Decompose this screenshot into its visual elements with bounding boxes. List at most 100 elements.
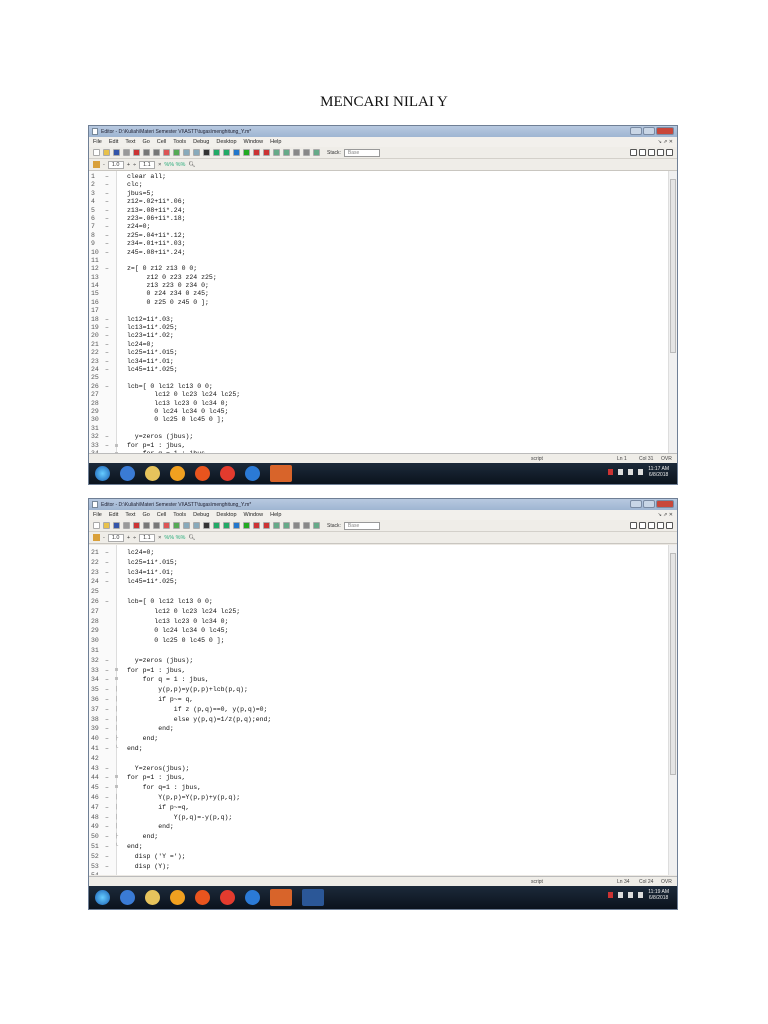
executable-marker[interactable]: –: [105, 715, 115, 725]
run-icon[interactable]: [243, 149, 250, 156]
executable-marker[interactable]: [105, 299, 115, 307]
edge-icon[interactable]: [245, 466, 260, 481]
function-icon[interactable]: [233, 522, 240, 529]
executable-marker[interactable]: –: [105, 198, 115, 206]
print-icon[interactable]: [173, 149, 180, 156]
executable-marker[interactable]: –: [105, 675, 115, 685]
new-icon[interactable]: [93, 522, 100, 529]
scrollbar-thumb[interactable]: [670, 179, 676, 353]
explorer-icon[interactable]: [145, 466, 160, 481]
spacing-input-2[interactable]: 1.1: [139, 533, 156, 542]
spacing-input-2[interactable]: 1.1: [139, 160, 156, 169]
menu-item-go[interactable]: Go: [142, 512, 149, 518]
executable-marker[interactable]: [105, 636, 115, 646]
executable-marker[interactable]: [105, 400, 115, 408]
fold-toggle-icon[interactable]: ⊟: [115, 666, 123, 676]
menu-item-text[interactable]: Text: [125, 512, 135, 518]
word-icon[interactable]: [302, 889, 324, 906]
forward-icon[interactable]: [223, 149, 230, 156]
executable-marker[interactable]: –: [105, 358, 115, 366]
executable-marker[interactable]: –: [105, 558, 115, 568]
exit-debug-icon[interactable]: [313, 522, 320, 529]
menu-item-help[interactable]: Help: [270, 139, 281, 145]
executable-marker[interactable]: –: [105, 232, 115, 240]
flag-icon[interactable]: [608, 892, 614, 898]
executable-marker[interactable]: [105, 425, 115, 433]
close-button[interactable]: [656, 127, 674, 135]
executable-marker[interactable]: [105, 408, 115, 416]
redo-icon[interactable]: [163, 522, 170, 529]
paste-icon[interactable]: [143, 149, 150, 156]
layout-float-icon[interactable]: [657, 149, 664, 156]
menu-item-cell[interactable]: Cell: [157, 512, 166, 518]
executable-marker[interactable]: –: [105, 577, 115, 587]
find-icon[interactable]: [203, 149, 210, 156]
executable-marker[interactable]: –: [105, 597, 115, 607]
executable-marker[interactable]: –: [105, 181, 115, 189]
volume-icon[interactable]: [638, 469, 644, 475]
back-icon[interactable]: [213, 149, 220, 156]
executable-marker[interactable]: –: [105, 223, 115, 231]
new-icon[interactable]: [93, 149, 100, 156]
executable-marker[interactable]: –: [105, 783, 115, 793]
chrome-icon[interactable]: [220, 466, 235, 481]
volume-icon[interactable]: [638, 892, 644, 898]
undo-icon[interactable]: [153, 149, 160, 156]
continue-icon[interactable]: [303, 522, 310, 529]
executable-marker[interactable]: –: [105, 341, 115, 349]
executable-marker[interactable]: [105, 416, 115, 424]
fold-toggle-icon[interactable]: ⊟: [115, 675, 123, 685]
battery-icon[interactable]: [618, 469, 624, 475]
executable-marker[interactable]: [105, 274, 115, 282]
code-editor[interactable]: 21– lc24=0; 22– lc25=1i*.015; 23– lc34=1i*.01…: [89, 545, 677, 875]
matlab-icon[interactable]: [270, 889, 292, 906]
menu-item-window[interactable]: Window: [244, 139, 264, 145]
executable-marker[interactable]: –: [105, 442, 115, 450]
executable-marker[interactable]: –: [105, 215, 115, 223]
spacing-input-1[interactable]: 1.0: [107, 160, 124, 169]
menu-item-debug[interactable]: Debug: [193, 139, 209, 145]
menu-item-text[interactable]: Text: [125, 139, 135, 145]
menu-item-desktop[interactable]: Desktop: [216, 139, 236, 145]
open-icon[interactable]: [103, 522, 110, 529]
executable-marker[interactable]: –: [105, 685, 115, 695]
clock[interactable]: 11:19 AM 6/8/2018: [648, 889, 669, 901]
divide-button[interactable]: ÷: [133, 162, 136, 168]
continue-icon[interactable]: [303, 149, 310, 156]
executable-marker[interactable]: [105, 257, 115, 265]
paste-icon[interactable]: [143, 522, 150, 529]
vertical-scrollbar[interactable]: [668, 545, 677, 875]
menu-item-edit[interactable]: Edit: [109, 139, 118, 145]
windows-start-icon[interactable]: [95, 890, 110, 905]
firefox-icon[interactable]: [195, 466, 210, 481]
find-icon[interactable]: [193, 149, 200, 156]
function-icon[interactable]: [233, 149, 240, 156]
executable-marker[interactable]: [105, 307, 115, 315]
matlab-icon[interactable]: [270, 465, 292, 482]
edge-icon[interactable]: [245, 890, 260, 905]
code-editor[interactable]: 1 – clear all; 2 – clc; 3 – jbus=5; 4 – z12=.02+1i*…: [89, 171, 677, 453]
layout-split-v-icon[interactable]: [648, 522, 655, 529]
fold-toggle-icon[interactable]: ⊟: [115, 783, 123, 793]
cell-mode-icon[interactable]: [93, 161, 100, 168]
layout-maximize-icon[interactable]: [666, 522, 673, 529]
layout-split-h-icon[interactable]: [639, 522, 646, 529]
executable-marker[interactable]: –: [105, 803, 115, 813]
executable-marker[interactable]: –: [105, 366, 115, 374]
menu-item-file[interactable]: File: [93, 139, 102, 145]
maximize-button[interactable]: [643, 500, 655, 508]
vertical-scrollbar[interactable]: [668, 171, 677, 453]
executable-marker[interactable]: –: [105, 666, 115, 676]
back-icon[interactable]: [213, 522, 220, 529]
decrement-button[interactable]: -: [103, 162, 105, 168]
spacing-input-1[interactable]: 1.0: [107, 533, 124, 542]
step-out-icon[interactable]: [293, 149, 300, 156]
executable-marker[interactable]: –: [105, 832, 115, 842]
ie-icon[interactable]: [120, 890, 135, 905]
executable-marker[interactable]: [105, 290, 115, 298]
executable-marker[interactable]: –: [105, 190, 115, 198]
windows-start-icon[interactable]: [95, 466, 110, 481]
copy-icon[interactable]: [133, 522, 140, 529]
battery-icon[interactable]: [618, 892, 624, 898]
save-icon[interactable]: [113, 149, 120, 156]
